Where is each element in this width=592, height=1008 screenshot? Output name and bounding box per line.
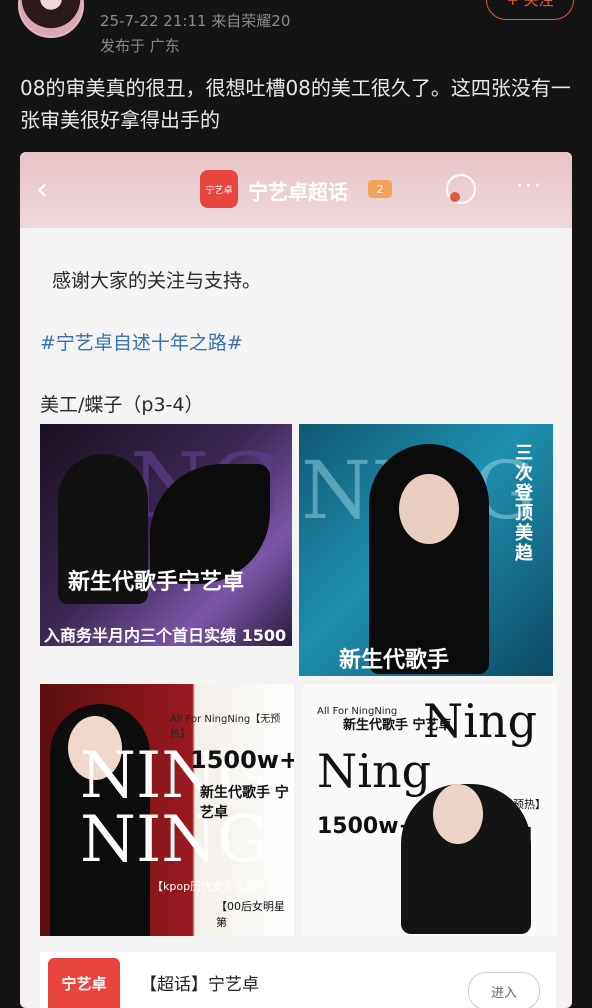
- post-date-device: 25-7-22 21:11 来自荣耀20: [100, 12, 291, 30]
- poster-ning-bottom: Ning: [317, 744, 432, 798]
- poster-image-4[interactable]: All For NingNing Ning Ning 新生代歌手 宁艺卓 150…: [303, 684, 557, 936]
- super-topic-logo: 宁艺卓: [200, 170, 238, 208]
- more-icon[interactable]: ···: [516, 174, 543, 199]
- post-card: 感谢大家的关注与支持。 #宁艺卓自述十年之路# 美工/蝶子（p3-4） NG 新…: [28, 228, 564, 1008]
- poster-image-3[interactable]: NING NING All For NingNing【无预热】 1500w+ 新…: [40, 684, 294, 936]
- thanks-text: 感谢大家的关注与支持。: [52, 270, 262, 292]
- poster-line: 新生代歌手 宁艺卓: [200, 785, 289, 821]
- embedded-header: ‹ 宁艺卓 宁艺卓超话 2 ···: [20, 152, 572, 228]
- poster-big-number: 1500w+: [190, 746, 294, 774]
- poster-line: 新生代歌手 宁艺卓: [343, 718, 452, 733]
- notification-dot-icon: [450, 192, 460, 202]
- super-topic-title: 宁艺卓超话: [248, 180, 348, 204]
- poster-title: 新生代歌手宁艺卓: [68, 569, 245, 595]
- post-location: 发布于 广东: [100, 37, 180, 55]
- poster-subtitle: 入商务半月内三个首日实绩 1500 w: [44, 626, 287, 645]
- super-topic-bar-logo: 宁艺卓: [48, 958, 120, 1008]
- poster-big-number: 1500w+: [317, 814, 417, 839]
- follow-button[interactable]: + 关注: [486, 0, 574, 20]
- super-topic-bar[interactable]: 宁艺卓 【超话】宁艺卓 进入: [40, 952, 556, 1008]
- hashtag-link[interactable]: #宁艺卓自述十年之路#: [40, 328, 243, 355]
- poster-image-2[interactable]: NING 三次登顶美趋 新生代歌手: [299, 424, 553, 676]
- poster-tag-2: 【龙12】: [491, 826, 538, 839]
- level-badge: 2: [368, 180, 392, 198]
- section-label: 美工/蝶子（p3-4）: [40, 394, 204, 416]
- poster-image-1[interactable]: NG 新生代歌手宁艺卓 入商务半月内三个首日实绩 1500 w: [40, 424, 292, 646]
- enter-button[interactable]: 进入: [468, 972, 540, 1008]
- poster-vertical-text: 三次登顶美趋: [515, 443, 533, 564]
- user-avatar[interactable]: [18, 0, 84, 38]
- poster-allfor: All For NingNing【无预热】: [170, 714, 281, 740]
- embedded-screenshot[interactable]: ‹ 宁艺卓 宁艺卓超话 2 ··· 感谢大家的关注与支持。 #宁艺卓自述十年之路…: [20, 152, 572, 1008]
- poster-face: [399, 474, 459, 544]
- poster-title: 新生代歌手: [339, 647, 450, 673]
- poster-tag: 【00后女明星第: [216, 900, 285, 929]
- super-topic-bar-title: 【超话】宁艺卓: [140, 975, 259, 995]
- poster-face: [433, 784, 483, 844]
- post-text: 08的审美真的很丑，很想吐槽08的美工很久了。这四张没有一张审美很好拿得出手的: [20, 76, 571, 132]
- back-arrow-icon[interactable]: ‹: [36, 172, 48, 207]
- poster-kpop-tag: 【kpop历代女爱豆第一】: [152, 880, 279, 893]
- poster-tag-1: 【无预热】: [491, 798, 546, 811]
